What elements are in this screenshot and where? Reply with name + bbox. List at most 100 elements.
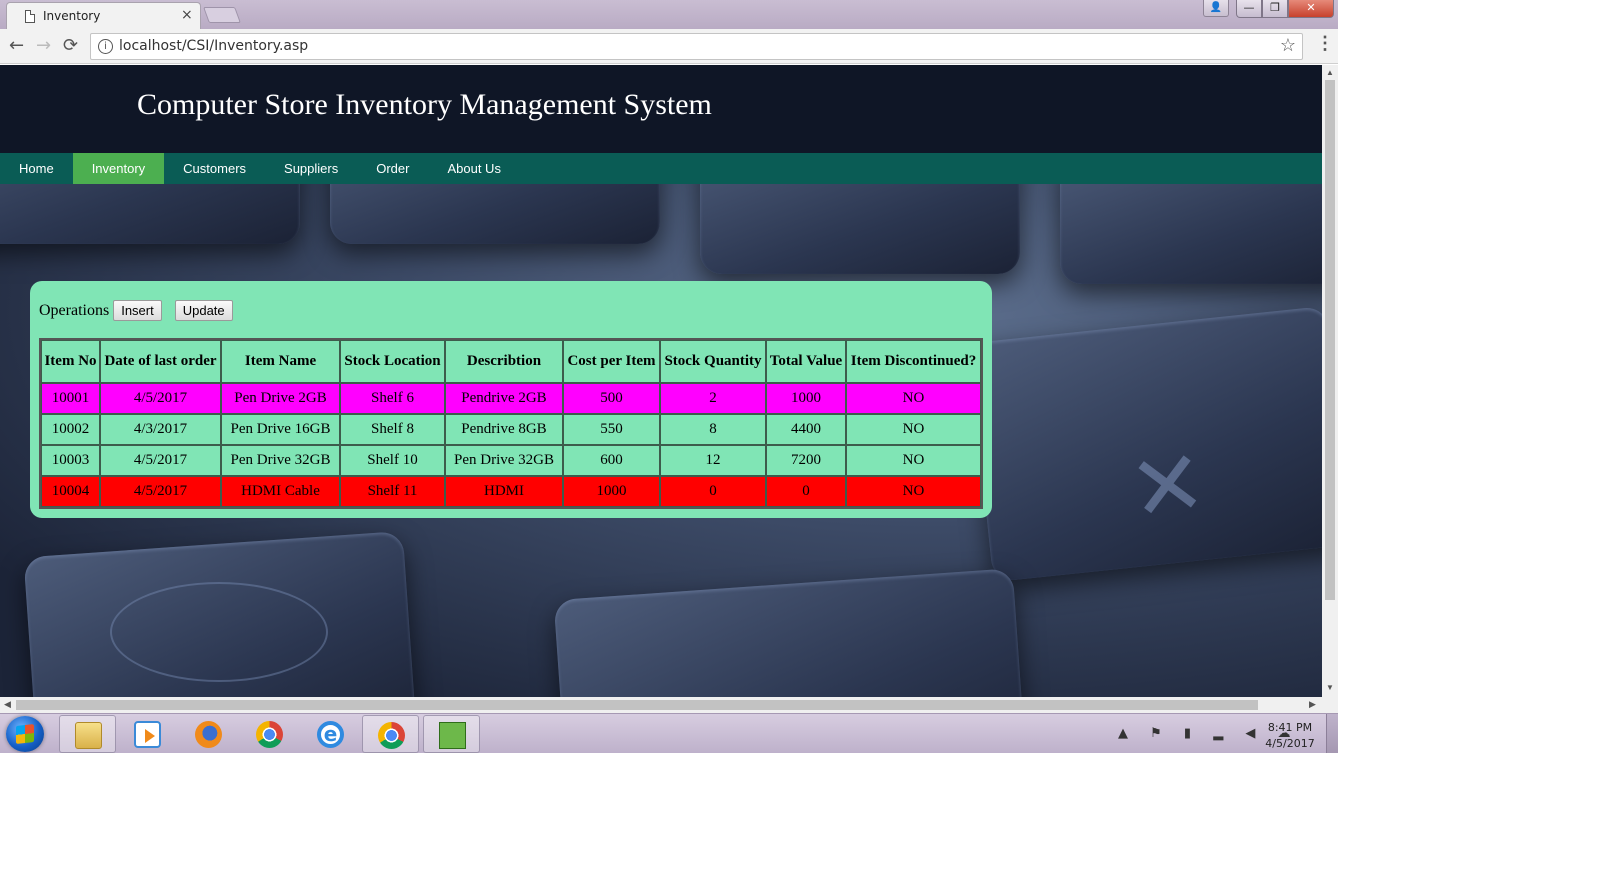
browser-menu-icon[interactable]: ⋮	[1316, 33, 1334, 54]
column-header: Item No	[41, 340, 100, 383]
table-row[interactable]: 10003 4/5/2017 Pen Drive 32GB Shelf 10 P…	[41, 445, 981, 476]
column-header: Stock Location	[340, 340, 445, 383]
operations-label: Operations	[39, 301, 110, 319]
address-bar[interactable]: i localhost/CSI/Inventory.asp ☆	[90, 33, 1303, 60]
table-cell: Shelf 8	[340, 414, 445, 445]
table-cell: Pendrive 8GB	[445, 414, 563, 445]
table-cell: 12	[660, 445, 766, 476]
column-header: Date of last order	[100, 340, 221, 383]
media-player-icon	[134, 721, 161, 748]
table-row[interactable]: 10004 4/5/2017 HDMI Cable Shelf 11 HDMI …	[41, 476, 981, 507]
explorer-icon	[75, 722, 102, 749]
minimize-button[interactable]: —	[1236, 0, 1262, 18]
show-desktop-button[interactable]	[1326, 714, 1338, 753]
scrollbar-thumb[interactable]	[1325, 80, 1335, 600]
scroll-left-icon[interactable]: ◀	[4, 699, 11, 710]
reload-icon[interactable]: ⟳	[63, 35, 78, 56]
forward-icon[interactable]: →	[36, 35, 51, 56]
new-tab-button[interactable]	[203, 7, 241, 23]
table-cell: 500	[563, 383, 660, 414]
table-cell: Shelf 10	[340, 445, 445, 476]
scroll-down-icon[interactable]: ▼	[1326, 683, 1334, 692]
column-header: Total Value	[766, 340, 846, 383]
back-icon[interactable]: ←	[9, 35, 24, 56]
taskbar-app-chrome-active[interactable]	[362, 715, 419, 753]
start-button[interactable]	[6, 716, 44, 752]
page-icon	[25, 10, 35, 23]
close-window-button[interactable]: ✕	[1288, 0, 1334, 18]
scroll-up-icon[interactable]: ▲	[1326, 68, 1334, 77]
inventory-panel: Operations Insert Update Item No Date of…	[30, 281, 992, 518]
user-profile-icon[interactable]: 👤	[1203, 0, 1229, 17]
taskbar-app-chrome[interactable]	[241, 715, 298, 753]
table-cell: 0	[766, 476, 846, 507]
table-cell: 10003	[41, 445, 100, 476]
browser-tab-inventory[interactable]: Inventory ×	[6, 2, 201, 29]
nav-suppliers[interactable]: Suppliers	[265, 153, 357, 184]
column-header: Cost per Item	[563, 340, 660, 383]
nav-order[interactable]: Order	[357, 153, 428, 184]
column-header: Describtion	[445, 340, 563, 383]
table-cell: 7200	[766, 445, 846, 476]
bookmark-star-icon[interactable]: ☆	[1280, 35, 1296, 56]
nav-home[interactable]: Home	[0, 153, 73, 184]
table-cell: NO	[846, 476, 981, 507]
nav-inventory[interactable]: Inventory	[72, 153, 165, 184]
table-cell: 8	[660, 414, 766, 445]
scrollbar-corner	[1322, 697, 1338, 713]
table-header-row: Item No Date of last order Item Name Sto…	[41, 340, 981, 383]
firefox-icon	[195, 721, 222, 748]
taskbar-app-media-player[interactable]	[119, 715, 176, 753]
taskbar-clock[interactable]: 8:41 PM 4/5/2017	[1255, 720, 1325, 752]
table-row[interactable]: 10001 4/5/2017 Pen Drive 2GB Shelf 6 Pen…	[41, 383, 981, 414]
table-cell: HDMI	[445, 476, 563, 507]
keyboard-key	[700, 184, 1020, 274]
url-text[interactable]: localhost/CSI/Inventory.asp	[119, 38, 308, 54]
column-header: Item Discontinued?	[846, 340, 981, 383]
table-row[interactable]: 10002 4/3/2017 Pen Drive 16GB Shelf 8 Pe…	[41, 414, 981, 445]
update-button[interactable]: Update	[174, 300, 233, 321]
taskbar-app-internet-explorer[interactable]: e	[302, 715, 359, 753]
keyboard-key	[1060, 184, 1322, 284]
site-title: Computer Store Inventory Management Syst…	[137, 88, 712, 121]
scrollbar-thumb[interactable]	[16, 700, 1258, 710]
taskbar-app-firefox[interactable]	[180, 715, 237, 753]
horizontal-scrollbar[interactable]: ◀ ▶	[0, 697, 1322, 713]
table-cell: 0	[660, 476, 766, 507]
nav-about-us[interactable]: About Us	[428, 153, 519, 184]
taskbar-app-task-manager[interactable]	[423, 715, 480, 753]
windows-logo-key-icon	[110, 582, 328, 682]
plus-key-icon: ✕	[1123, 429, 1213, 544]
clock-time: 8:41 PM	[1267, 721, 1313, 734]
column-header: Stock Quantity	[660, 340, 766, 383]
clock-date: 4/5/2017	[1265, 737, 1315, 750]
table-cell: Pen Drive 2GB	[221, 383, 340, 414]
browser-tabstrip: Inventory × 👤 — ❐ ✕	[0, 0, 1338, 29]
nav-customers[interactable]: Customers	[164, 153, 265, 184]
table-cell: Pendrive 2GB	[445, 383, 563, 414]
table-cell: 10002	[41, 414, 100, 445]
tab-close-icon[interactable]: ×	[181, 7, 193, 23]
main-nav: Home Inventory Customers Suppliers Order…	[0, 153, 1322, 184]
maximize-button[interactable]: ❐	[1262, 0, 1288, 18]
table-cell: Pen Drive 16GB	[221, 414, 340, 445]
table-cell: 10001	[41, 383, 100, 414]
scroll-right-icon[interactable]: ▶	[1309, 699, 1316, 710]
table-cell: 10004	[41, 476, 100, 507]
table-cell: HDMI Cable	[221, 476, 340, 507]
taskbar-app-explorer[interactable]	[59, 715, 116, 753]
table-cell: 1000	[563, 476, 660, 507]
operations-bar: Operations Insert Update	[39, 300, 246, 321]
insert-button[interactable]: Insert	[113, 300, 162, 321]
table-cell: Pen Drive 32GB	[445, 445, 563, 476]
tab-title: Inventory	[43, 9, 101, 23]
browser-toolbar: ← → ⟳ i localhost/CSI/Inventory.asp ☆ ⋮	[0, 29, 1338, 64]
table-cell: NO	[846, 445, 981, 476]
chrome-icon	[256, 721, 283, 748]
vertical-scrollbar[interactable]: ▲ ▼	[1322, 65, 1338, 697]
info-icon[interactable]: i	[98, 39, 113, 54]
table-cell: 4/5/2017	[100, 476, 221, 507]
internet-explorer-icon: e	[317, 721, 344, 748]
keyboard-key	[0, 184, 300, 244]
taskbar: e ▲ ⚑ ▮ ▂ ◀ ☁ 8:41 PM 4/5/2017	[0, 713, 1338, 753]
